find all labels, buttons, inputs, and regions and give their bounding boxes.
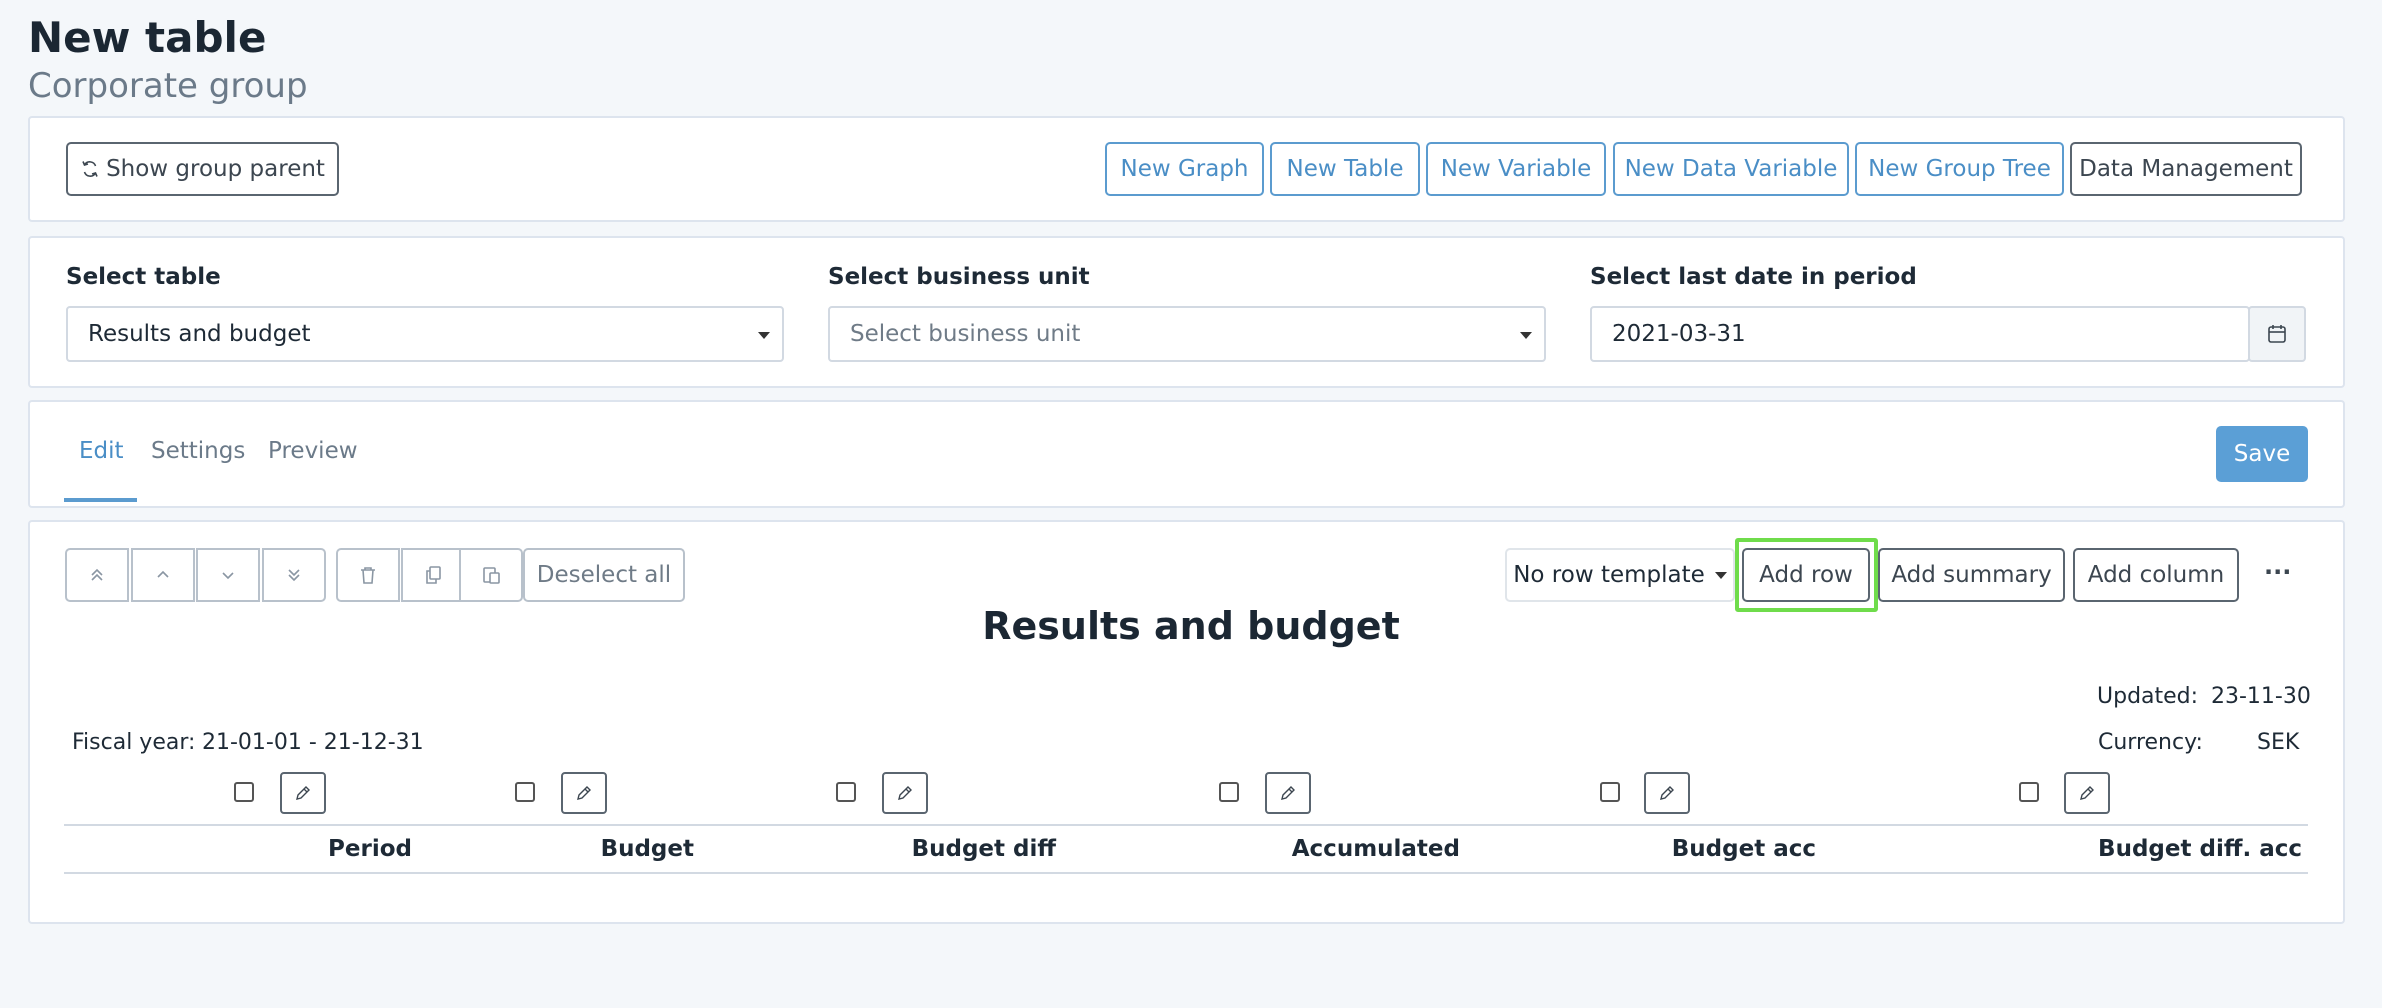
row-template-value: No row template: [1513, 562, 1705, 588]
column-header-budget-diff-acc: Budget diff. acc: [2098, 836, 2302, 862]
last-date-value: 2021-03-31: [1612, 321, 1746, 347]
new-group-tree-button[interactable]: New Group Tree: [1855, 142, 2064, 196]
edit-column-budget-diff-button[interactable]: [882, 772, 928, 814]
edit-column-budget-button[interactable]: [561, 772, 607, 814]
column-header-budget-diff: Budget diff: [911, 836, 1056, 862]
double-chevron-up-icon: [91, 568, 103, 581]
fiscal-year-label: Fiscal year:: [72, 730, 196, 755]
trash-icon: [361, 567, 375, 584]
pencil-icon: [1281, 786, 1295, 800]
tab-preview[interactable]: Preview: [268, 438, 358, 464]
page-subtitle: Corporate group: [28, 66, 308, 106]
double-chevron-down-icon: [288, 569, 300, 582]
column-header-budget-acc: Budget acc: [1671, 836, 1816, 862]
table-header-top-border: [64, 824, 2308, 826]
paste-button[interactable]: [459, 548, 523, 602]
new-table-button[interactable]: New Table: [1270, 142, 1420, 196]
more-options-icon[interactable]: ···: [2264, 558, 2291, 586]
add-row-button[interactable]: Add row: [1742, 548, 1870, 602]
currency-label: Currency:: [2098, 730, 2203, 755]
tabs-card: [28, 400, 2345, 508]
last-date-label: Select last date in period: [1590, 264, 1917, 290]
column-header-budget: Budget: [600, 836, 694, 862]
business-unit-label: Select business unit: [828, 264, 1090, 290]
new-graph-button[interactable]: New Graph: [1105, 142, 1264, 196]
column-checkbox-accumulated[interactable]: [1219, 782, 1239, 802]
edit-column-budget-acc-button[interactable]: [1644, 772, 1690, 814]
data-management-button[interactable]: Data Management: [2070, 142, 2302, 196]
column-header-period: Period: [328, 836, 412, 862]
column-checkbox-period[interactable]: [234, 782, 254, 802]
edit-column-accumulated-button[interactable]: [1265, 772, 1311, 814]
edit-column-budget-diff-acc-button[interactable]: [2064, 772, 2110, 814]
calendar-button[interactable]: [2248, 306, 2306, 362]
table-header-bottom-border: [64, 872, 2308, 874]
active-tab-indicator: [64, 498, 137, 502]
column-checkbox-budget-diff[interactable]: [836, 782, 856, 802]
select-table-dropdown[interactable]: Results and budget: [66, 306, 784, 362]
page-title: New table: [28, 13, 267, 62]
last-date-input[interactable]: 2021-03-31: [1590, 306, 2250, 362]
chevron-down-icon: [758, 332, 770, 339]
select-table-label: Select table: [66, 264, 221, 290]
calendar-icon: [2268, 325, 2286, 343]
pencil-icon: [296, 786, 310, 800]
business-unit-placeholder: Select business unit: [850, 321, 1081, 347]
refresh-icon: [82, 161, 98, 177]
table-title: Results and budget: [982, 604, 1400, 648]
business-unit-dropdown[interactable]: Select business unit: [828, 306, 1546, 362]
filters-card: Select table Results and budget Select b…: [28, 236, 2345, 388]
show-group-parent-label: Show group parent: [106, 156, 325, 182]
new-data-variable-button[interactable]: New Data Variable: [1613, 142, 1849, 196]
page-header: New table Corporate group: [28, 10, 308, 106]
tab-settings[interactable]: Settings: [151, 438, 245, 464]
column-checkbox-budget[interactable]: [515, 782, 535, 802]
tab-edit[interactable]: Edit: [79, 438, 124, 464]
move-down-button[interactable]: [196, 548, 260, 602]
pencil-icon: [577, 786, 591, 800]
select-table-value: Results and budget: [88, 321, 311, 347]
add-summary-button[interactable]: Add summary: [1878, 548, 2065, 602]
toolbar-card: Show group parent New Graph New Table Ne…: [28, 116, 2345, 222]
caret-down-icon: [1714, 571, 1727, 579]
pencil-icon: [1660, 786, 1674, 800]
edit-column-period-button[interactable]: [280, 772, 326, 814]
move-to-bottom-button[interactable]: [262, 548, 326, 602]
move-to-top-button[interactable]: [65, 548, 129, 602]
updated-label: Updated:: [2097, 684, 2199, 709]
row-template-dropdown[interactable]: No row template: [1505, 548, 1735, 602]
copy-icon: [426, 566, 441, 584]
paste-icon: [483, 567, 500, 584]
chevron-up-icon: [157, 570, 169, 578]
fiscal-year-value: 21-01-01 - 21-12-31: [202, 730, 424, 755]
column-checkbox-budget-diff-acc[interactable]: [2019, 782, 2039, 802]
chevron-down-icon: [1520, 332, 1532, 339]
copy-button[interactable]: [401, 548, 465, 602]
new-variable-button[interactable]: New Variable: [1426, 142, 1606, 196]
pencil-icon: [898, 786, 912, 800]
save-button[interactable]: Save: [2216, 426, 2308, 482]
deselect-all-button[interactable]: Deselect all: [523, 548, 685, 602]
delete-button[interactable]: [336, 548, 400, 602]
pencil-icon: [2080, 786, 2094, 800]
column-checkbox-budget-acc[interactable]: [1600, 782, 1620, 802]
currency-value: SEK: [2257, 730, 2300, 755]
show-group-parent-button[interactable]: Show group parent: [66, 142, 339, 196]
column-header-accumulated: Accumulated: [1291, 836, 1460, 862]
updated-value: 23-11-30: [2211, 684, 2311, 709]
chevron-down-icon: [222, 572, 234, 580]
move-up-button[interactable]: [131, 548, 195, 602]
add-column-button[interactable]: Add column: [2073, 548, 2239, 602]
